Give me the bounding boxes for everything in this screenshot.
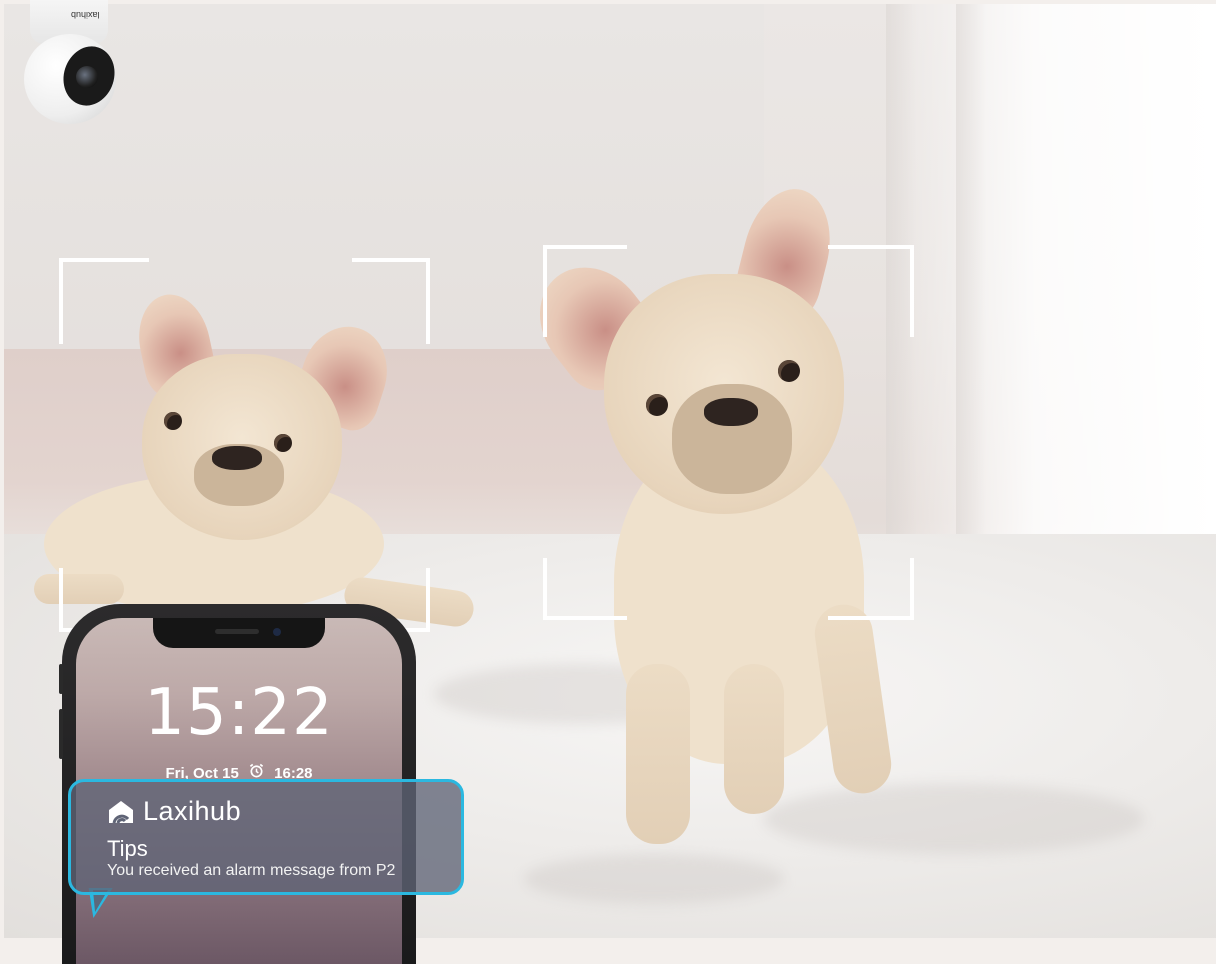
camera-lens <box>76 66 98 88</box>
phone-button <box>59 709 63 759</box>
lock-screen-time: 15:22 <box>144 676 334 750</box>
bracket-bottom-left <box>543 558 627 620</box>
camera-logo-text: laxihub <box>71 10 100 20</box>
notification-app-name: Laxihub <box>143 796 242 826</box>
bracket-top-left <box>543 245 627 337</box>
front-camera-icon <box>273 628 281 636</box>
security-camera-icon: laxihub <box>24 0 123 124</box>
bracket-top-right <box>352 258 430 344</box>
notification-app-brand: Laxihub <box>107 796 241 827</box>
push-notification[interactable]: Laxihub Tips You received an alarm messa… <box>68 779 464 895</box>
speaker-grille <box>215 629 259 634</box>
phone-button <box>59 664 63 694</box>
notification-message: You received an alarm message from P2 <box>107 862 396 879</box>
bracket-top-right <box>828 245 914 337</box>
laxihub-logo-icon <box>107 800 135 824</box>
bracket-bottom-right <box>828 558 914 620</box>
bed-fold <box>524 854 784 904</box>
phone-notch <box>153 618 325 648</box>
curtain <box>956 4 986 624</box>
bracket-top-left <box>59 258 149 344</box>
notification-title: Tips <box>107 836 148 861</box>
